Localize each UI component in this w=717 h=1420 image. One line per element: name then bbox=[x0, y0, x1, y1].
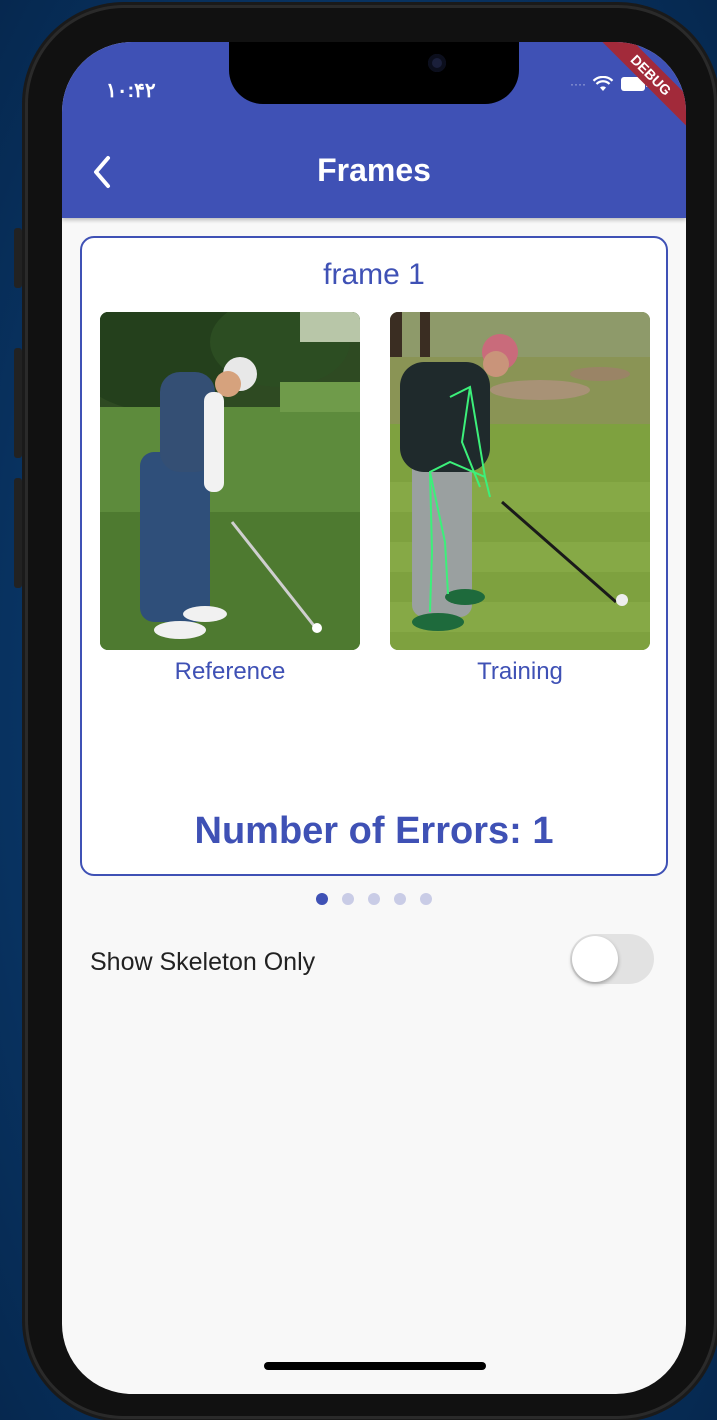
page-dot-5[interactable] bbox=[420, 893, 432, 905]
page-dot-2[interactable] bbox=[342, 893, 354, 905]
frame-title: frame 1 bbox=[323, 258, 425, 291]
signal-icon: ···· bbox=[570, 77, 586, 91]
volume-up-button bbox=[14, 348, 22, 458]
frame-card[interactable]: frame 1 Reference Training Number of Err… bbox=[80, 236, 668, 876]
mute-switch bbox=[14, 228, 22, 288]
skeleton-toggle-label: Show Skeleton Only bbox=[90, 948, 316, 976]
switch-knob bbox=[572, 936, 618, 982]
skeleton-toggle-row: Show Skeleton Only bbox=[90, 932, 658, 992]
page-dot-4[interactable] bbox=[394, 893, 406, 905]
reference-label: Reference bbox=[174, 658, 286, 685]
page-title: Frames bbox=[317, 152, 431, 188]
camera-icon bbox=[428, 54, 446, 72]
page-dot-3[interactable] bbox=[368, 893, 380, 905]
page-dot-1[interactable] bbox=[316, 893, 328, 905]
volume-down-button bbox=[14, 478, 22, 588]
training-label: Training bbox=[477, 658, 563, 685]
app-bar: ۱۰:۴۲ ···· DEBUG Frames bbox=[62, 42, 686, 218]
status-time: ۱۰:۴۲ bbox=[106, 80, 156, 102]
notch bbox=[229, 42, 519, 104]
reference-image bbox=[100, 312, 360, 650]
home-indicator[interactable] bbox=[264, 1362, 486, 1370]
wifi-icon bbox=[592, 76, 614, 91]
page-indicator bbox=[62, 893, 686, 905]
training-image bbox=[390, 312, 650, 650]
errors-count: Number of Errors: 1 bbox=[194, 810, 554, 852]
app-screen: ۱۰:۴۲ ···· DEBUG Frames frame 1 Referenc… bbox=[62, 42, 686, 1394]
skeleton-toggle-switch[interactable] bbox=[570, 934, 654, 984]
